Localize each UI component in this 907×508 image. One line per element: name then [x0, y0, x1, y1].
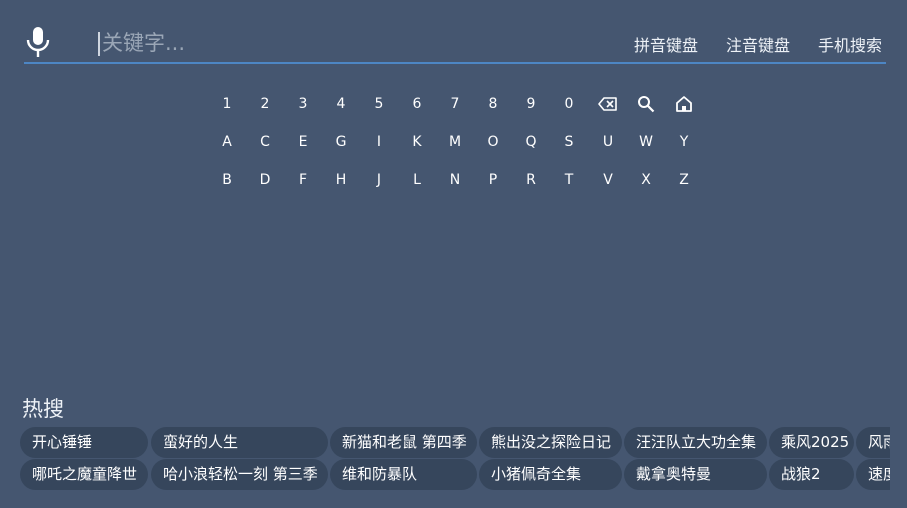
hot-search-chip[interactable]: 战狼2	[769, 459, 854, 490]
key[interactable]: Z	[669, 165, 699, 195]
key[interactable]: 2	[250, 89, 280, 119]
hot-search-chip[interactable]: 汪汪队立大功全集	[624, 427, 767, 458]
search-bar: 拼音键盘 注音键盘 手机搜索	[24, 22, 886, 64]
key[interactable]: 7	[440, 89, 470, 119]
hot-search-chip[interactable]: 哪吒之魔童降世	[20, 459, 148, 490]
key[interactable]: Q	[516, 127, 546, 157]
pinyin-keyboard-button[interactable]: 拼音键盘	[634, 32, 698, 56]
hot-search-title: 热搜	[22, 397, 64, 421]
key[interactable]: 6	[402, 89, 432, 119]
key[interactable]: J	[364, 165, 394, 195]
key[interactable]: 5	[364, 89, 394, 119]
text-cursor	[98, 32, 100, 56]
hot-search-chip[interactable]: 维和防暴队	[330, 459, 477, 490]
search-icon[interactable]	[631, 89, 661, 119]
backspace-icon[interactable]	[593, 89, 623, 119]
key[interactable]: U	[593, 127, 623, 157]
search-input[interactable]	[98, 28, 402, 58]
hot-search-list: 开心锤锤 蛮好的人生 新猫和老鼠 第四季 熊出没之探险日记 汪汪队立大功全集 乘…	[20, 427, 890, 493]
key[interactable]: C	[250, 127, 280, 157]
key[interactable]: 8	[478, 89, 508, 119]
key[interactable]: Y	[669, 127, 699, 157]
key[interactable]: I	[364, 127, 394, 157]
microphone-icon[interactable]	[24, 25, 52, 59]
key[interactable]: 4	[326, 89, 356, 119]
key[interactable]: E	[288, 127, 318, 157]
key[interactable]: 9	[516, 89, 546, 119]
key[interactable]: K	[402, 127, 432, 157]
key[interactable]: V	[593, 165, 623, 195]
key[interactable]: M	[440, 127, 470, 157]
key[interactable]: P	[478, 165, 508, 195]
home-icon[interactable]	[669, 89, 699, 119]
hot-search-chip[interactable]: 开心锤锤	[20, 427, 148, 458]
hot-search-chip[interactable]: 速度	[856, 459, 890, 490]
key[interactable]: F	[288, 165, 318, 195]
key[interactable]: H	[326, 165, 356, 195]
zhuyin-keyboard-button[interactable]: 注音键盘	[726, 32, 790, 56]
hot-search-chip[interactable]: 熊出没之探险日记	[479, 427, 622, 458]
key[interactable]: O	[478, 127, 508, 157]
hot-search-chip[interactable]: 新猫和老鼠 第四季	[330, 427, 477, 458]
key[interactable]: 3	[288, 89, 318, 119]
hot-search-chip[interactable]: 小猪佩奇全集	[479, 459, 622, 490]
key[interactable]: R	[516, 165, 546, 195]
key[interactable]: D	[250, 165, 280, 195]
key[interactable]: S	[554, 127, 584, 157]
key[interactable]: N	[440, 165, 470, 195]
key[interactable]: X	[631, 165, 661, 195]
hot-search-chip[interactable]: 蛮好的人生	[151, 427, 328, 458]
hot-search-chip[interactable]: 风雨	[856, 427, 890, 458]
hot-search-chip[interactable]: 哈小浪轻松一刻 第三季	[151, 459, 328, 490]
hot-search-chip[interactable]: 乘风2025	[769, 427, 854, 458]
key[interactable]: G	[326, 127, 356, 157]
hot-search-chip[interactable]: 戴拿奥特曼	[624, 459, 767, 490]
key[interactable]: W	[631, 127, 661, 157]
phone-search-button[interactable]: 手机搜索	[818, 32, 882, 56]
key[interactable]: L	[402, 165, 432, 195]
key[interactable]: A	[212, 127, 242, 157]
key[interactable]: T	[554, 165, 584, 195]
key[interactable]: B	[212, 165, 242, 195]
key[interactable]: 0	[554, 89, 584, 119]
key[interactable]: 1	[212, 89, 242, 119]
